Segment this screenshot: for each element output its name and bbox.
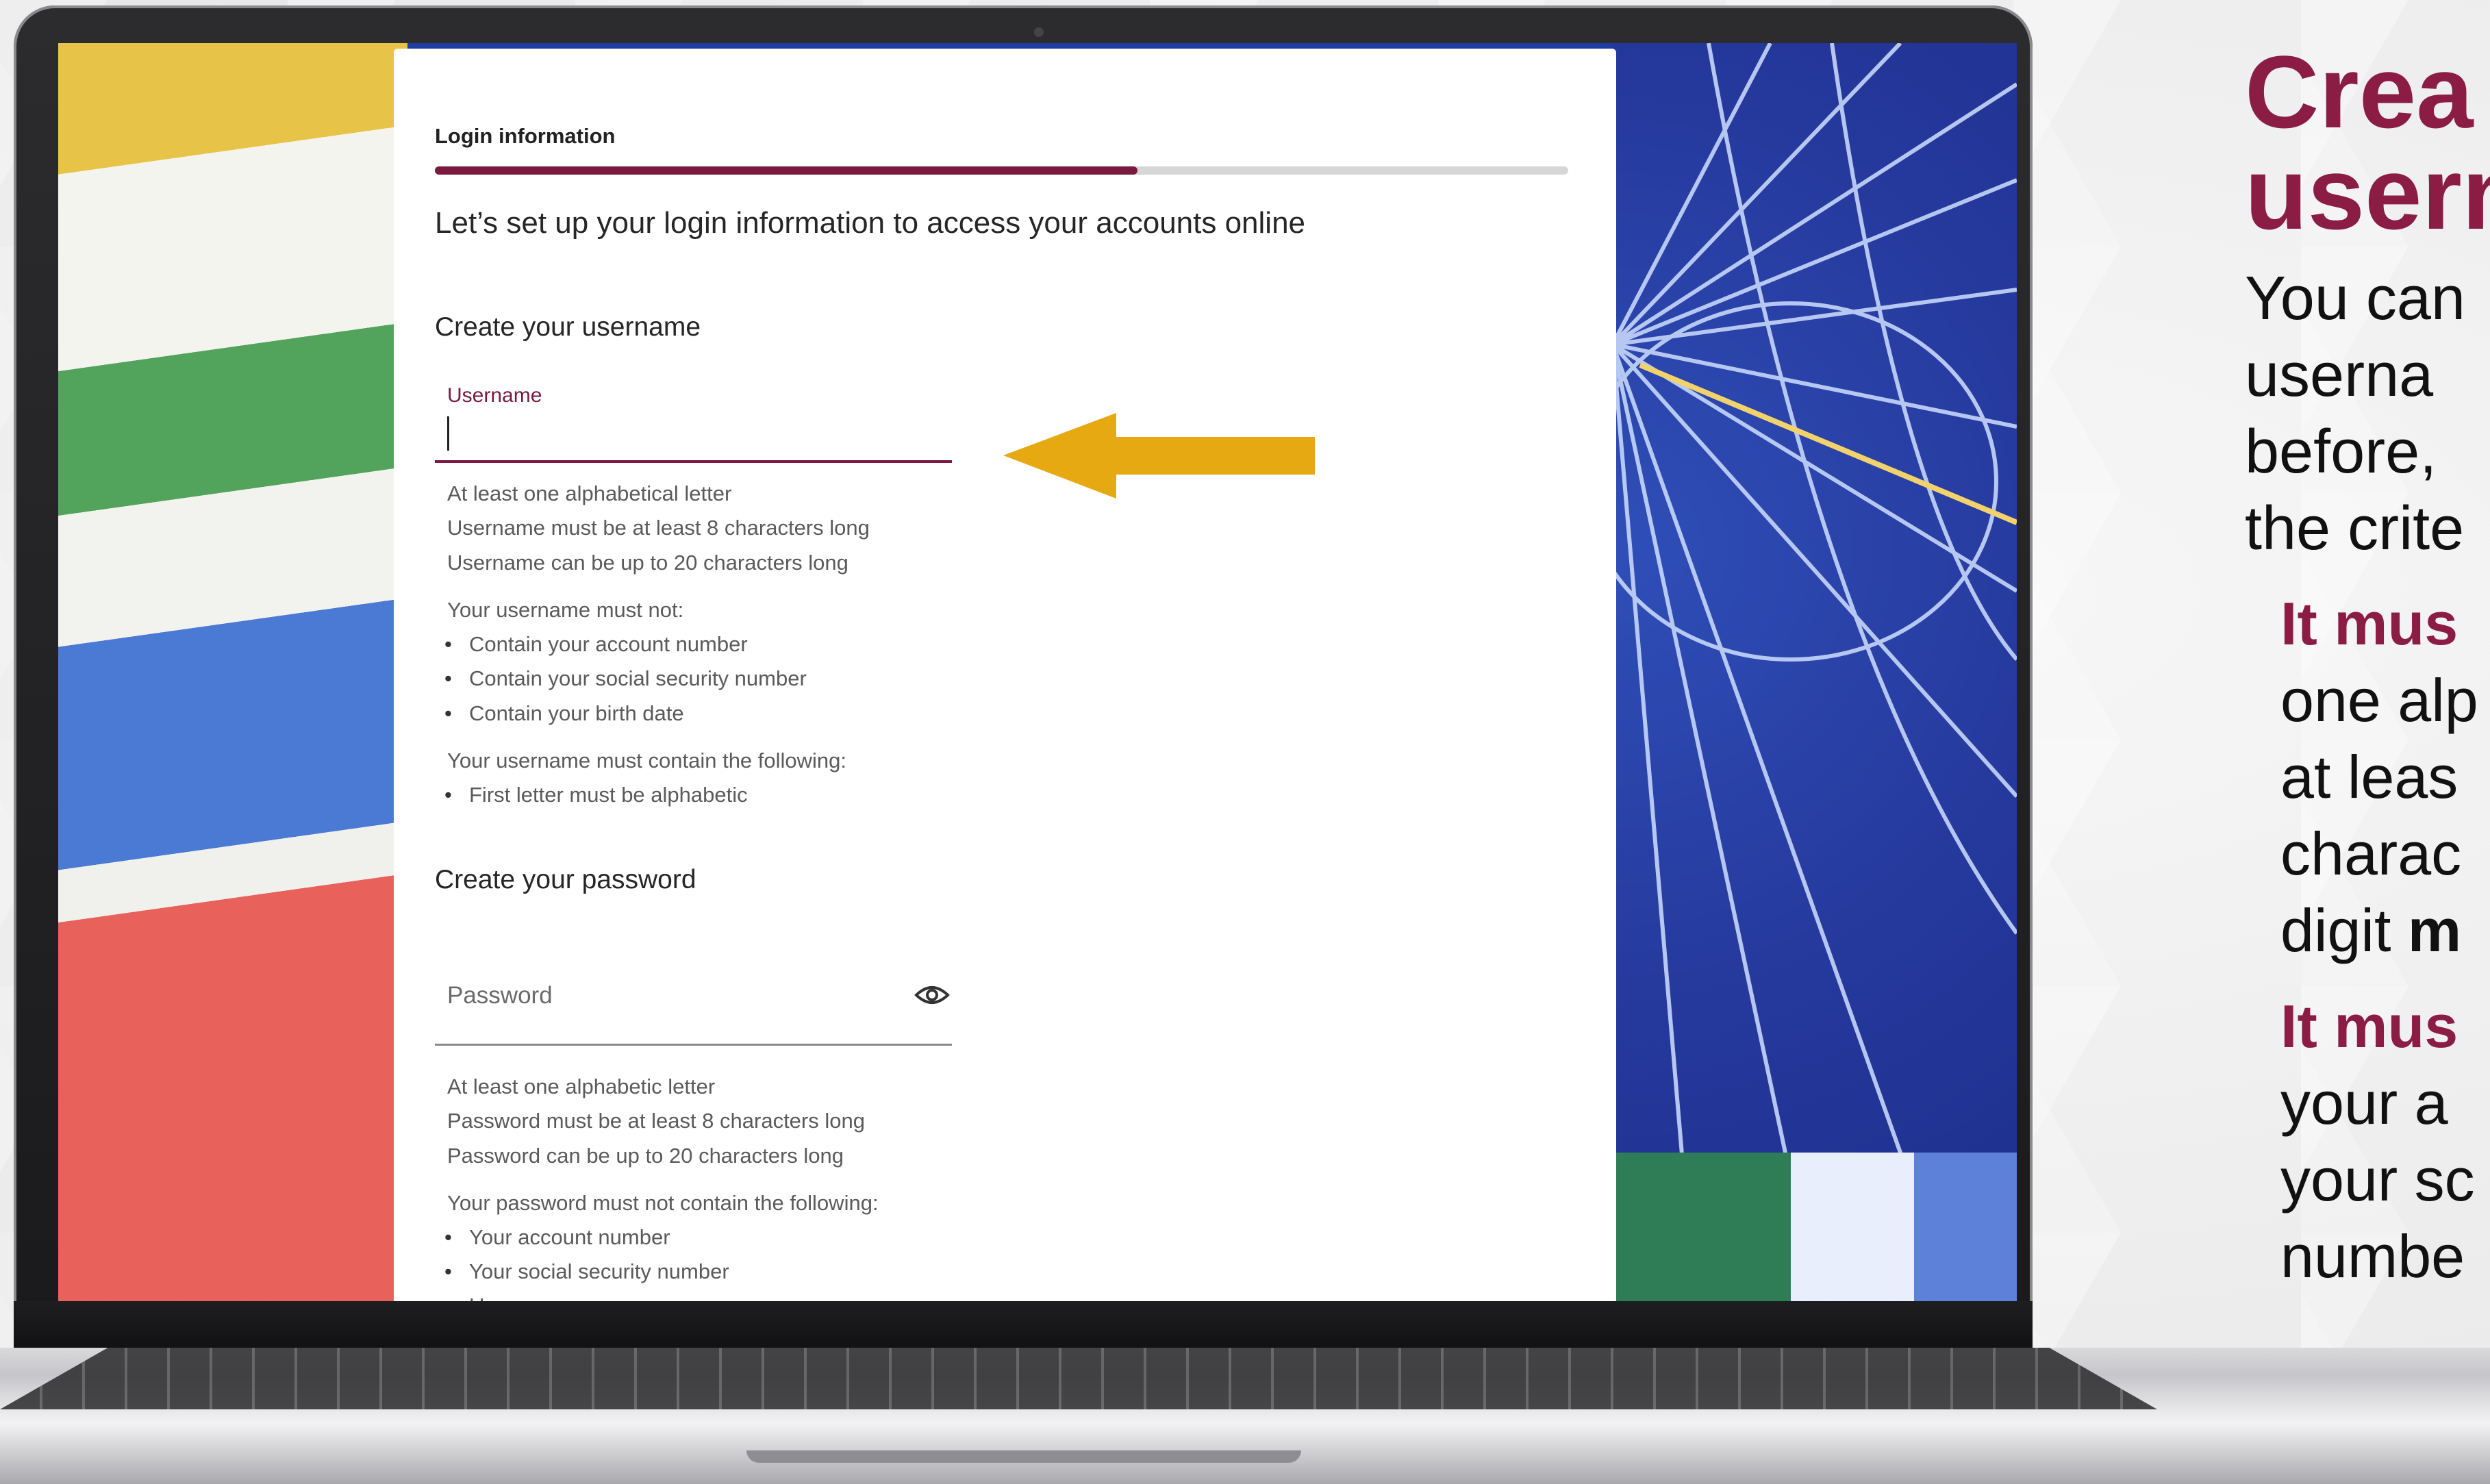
- callout-title: Crea usern: [2245, 34, 2490, 251]
- callout-item-line: one alp: [2280, 666, 2478, 734]
- callout-body-line: userna: [2245, 341, 2434, 410]
- callout-item-line: your a: [2280, 1069, 2448, 1137]
- callout-item-1: It mus one alp at leas charac digit m: [2280, 586, 2478, 969]
- callout-item-2: It mus your a your sc numbe: [2280, 988, 2475, 1295]
- callout-item-last-line: digit m: [2280, 892, 2478, 969]
- callout-item-line: your sc: [2280, 1146, 2475, 1213]
- callout-body-line: You can: [2245, 264, 2465, 333]
- callout-body-line: the crite: [2245, 494, 2465, 563]
- callout-item-lead: It mus: [2280, 590, 2458, 657]
- callout-body: You can userna before, the crite: [2245, 260, 2465, 567]
- callout-item-text: digit: [2280, 896, 2408, 964]
- callout-item-line: at leas: [2280, 743, 2458, 811]
- callout-item-bold: m: [2407, 896, 2462, 964]
- callout-title-line: Crea: [2245, 34, 2474, 149]
- callout-clip: Crea usern You can userna before, the cr…: [0, 0, 2490, 1484]
- callout-item-line: charac: [2280, 820, 2462, 888]
- callout-item-line: numbe: [2280, 1222, 2465, 1290]
- callout-title-line: usern: [2245, 136, 2490, 251]
- callout-item-lead: It mus: [2280, 992, 2458, 1060]
- callout-body-line: before,: [2245, 418, 2437, 486]
